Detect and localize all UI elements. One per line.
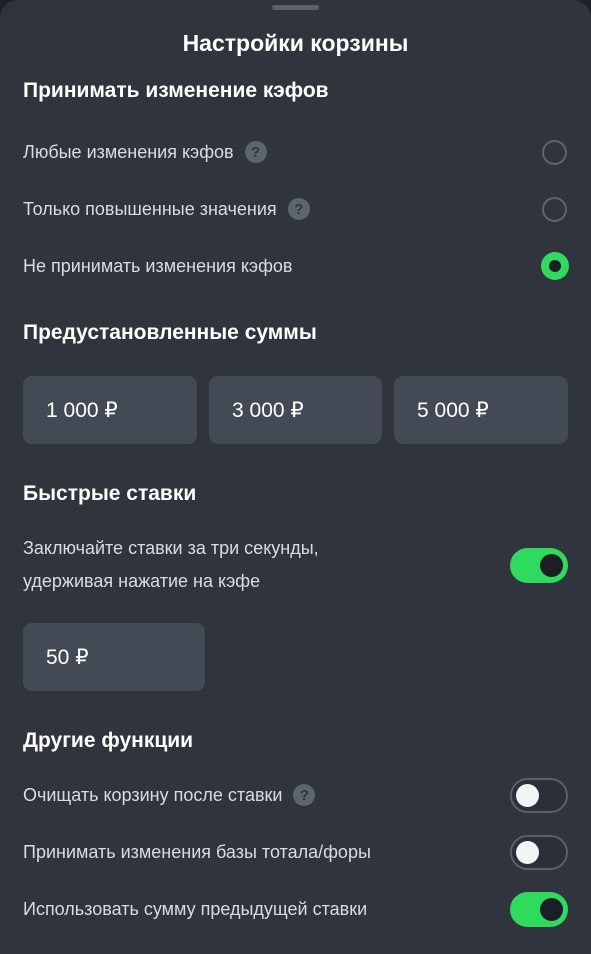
screen: Настройки корзины Принимать изменение кэ… bbox=[0, 0, 591, 954]
odds-option-none-label: Не принимать изменения кэфов bbox=[23, 255, 293, 276]
quick-bet-amount-field[interactable]: 50 ₽ bbox=[23, 623, 205, 691]
odds-changes-section-title: Принимать изменение кэфов bbox=[23, 79, 329, 102]
accept-total-changes-setting[interactable]: Принимать изменения базы тотала/форы bbox=[23, 830, 569, 874]
question-mark-icon[interactable]: ? bbox=[244, 141, 267, 163]
previous-amount-setting[interactable]: Использовать сумму предыдущей ставки bbox=[23, 887, 569, 931]
quick-bets-toggle[interactable] bbox=[510, 548, 568, 583]
preset-amount-1-button[interactable]: 1 000 ₽ bbox=[23, 376, 197, 444]
other-functions-section-title: Другие функции bbox=[23, 729, 194, 752]
odds-option-increased-radio[interactable] bbox=[542, 196, 567, 222]
sheet-title: Настройки корзины bbox=[182, 30, 409, 56]
quick-bets-description: Заключайте ставки за три секунды, удержи… bbox=[23, 532, 463, 598]
bottom-sheet: Настройки корзины Принимать изменение кэ… bbox=[0, 0, 591, 954]
clear-cart-toggle[interactable] bbox=[510, 778, 568, 813]
quick-bets-description-line2: удерживая нажатие на кэфе bbox=[23, 571, 261, 591]
preset-amount-3-button[interactable]: 5 000 ₽ bbox=[394, 376, 568, 444]
quick-bets-description-line1: Заключайте ставки за три секунды, bbox=[23, 538, 319, 558]
toggle-knob bbox=[540, 554, 563, 577]
question-mark-icon[interactable]: ? bbox=[293, 784, 316, 806]
preset-amount-2-button[interactable]: 3 000 ₽ bbox=[209, 376, 382, 444]
toggle-knob bbox=[540, 898, 563, 921]
question-mark-icon[interactable]: ? bbox=[287, 198, 310, 220]
odds-option-any-radio[interactable] bbox=[542, 139, 567, 165]
previous-amount-toggle[interactable] bbox=[510, 892, 568, 927]
sheet-grabber-handle[interactable] bbox=[272, 5, 319, 10]
toggle-knob bbox=[516, 784, 539, 807]
accept-total-changes-label: Принимать изменения базы тотала/форы bbox=[23, 841, 371, 862]
previous-amount-label: Использовать сумму предыдущей ставки bbox=[23, 898, 368, 919]
accept-total-changes-toggle[interactable] bbox=[510, 835, 568, 870]
odds-option-none-radio-selected[interactable] bbox=[541, 252, 569, 280]
odds-option-none[interactable]: Не принимать изменения кэфов bbox=[23, 244, 569, 288]
clear-cart-setting[interactable]: Очищать корзину после ставки ? bbox=[23, 773, 569, 817]
toggle-knob bbox=[516, 841, 539, 864]
odds-option-increased[interactable]: Только повышенные значения ? bbox=[23, 187, 569, 231]
odds-option-any-label: Любые изменения кэфов bbox=[23, 141, 234, 162]
odds-option-any[interactable]: Любые изменения кэфов ? bbox=[23, 130, 569, 174]
quick-bets-section-title: Быстрые ставки bbox=[23, 482, 197, 505]
odds-option-increased-label: Только повышенные значения bbox=[23, 198, 277, 219]
clear-cart-label: Очищать корзину после ставки bbox=[23, 784, 283, 805]
preset-amounts-section-title: Предустановленные суммы bbox=[23, 321, 317, 344]
